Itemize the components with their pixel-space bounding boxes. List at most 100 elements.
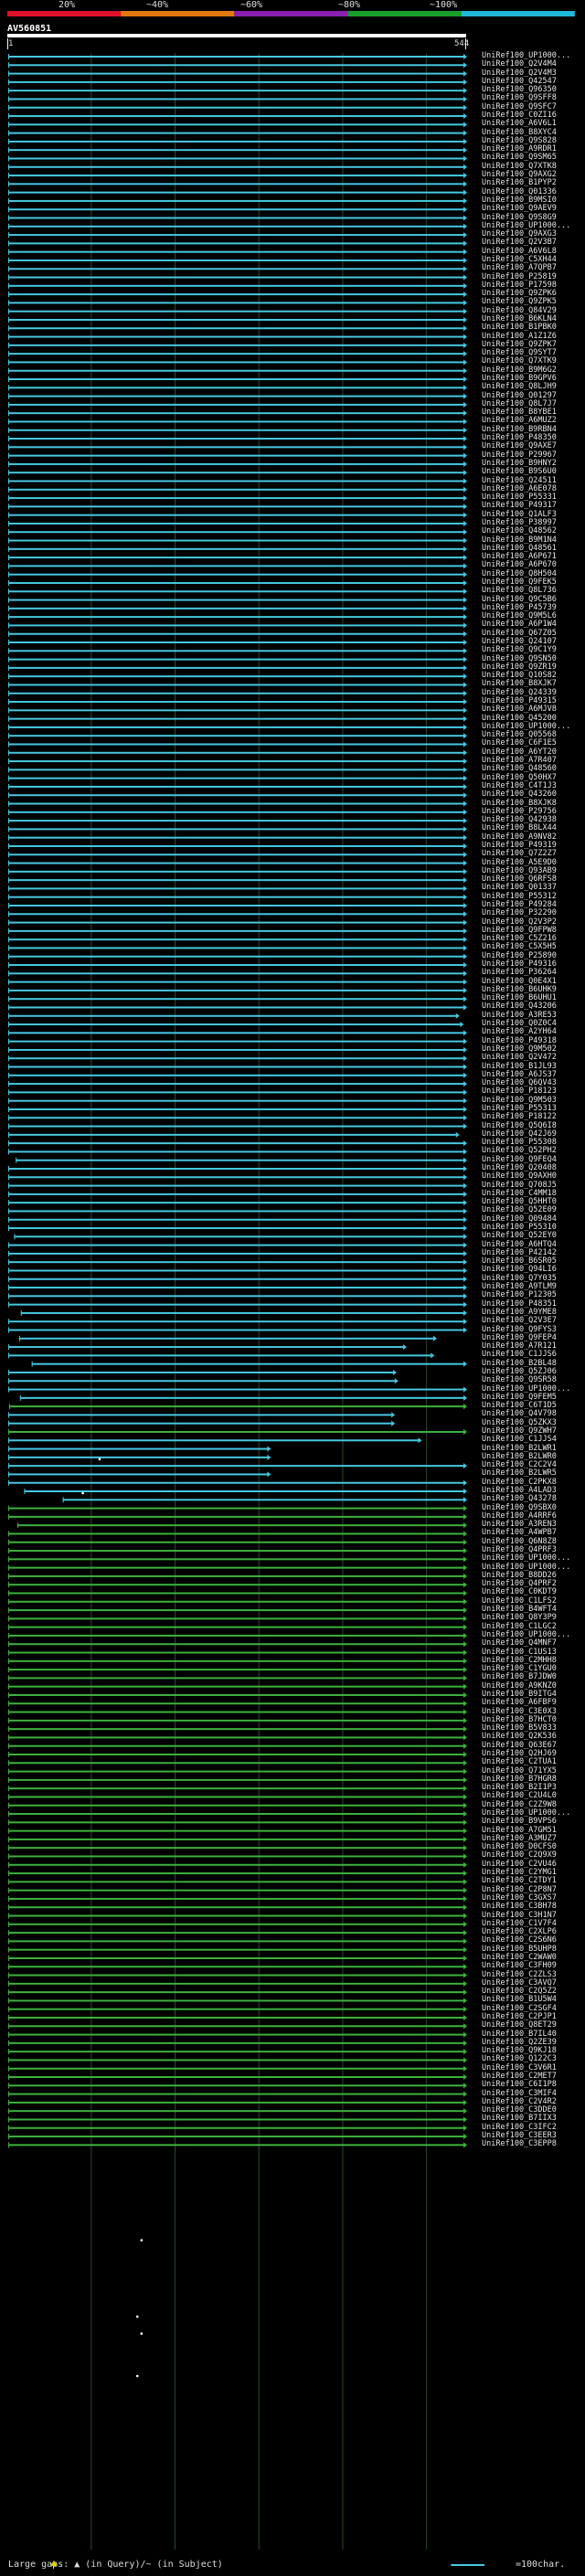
hit-bar	[8, 998, 463, 1001]
hit-arrow	[463, 979, 467, 985]
hit-bar	[8, 650, 463, 652]
hit-bar	[8, 446, 463, 449]
hit-arrow	[463, 1998, 467, 2004]
hit-label[interactable]: UniRef100_UP1000...	[482, 1554, 570, 1563]
hit-start-tick	[8, 1046, 9, 1053]
hit-start-tick	[8, 1616, 9, 1622]
hit-label[interactable]: UniRef100_C2TDY1	[482, 1877, 557, 1885]
hit-label[interactable]: UniRef100_Q2V3E7	[482, 1317, 557, 1325]
hit-arrow	[463, 240, 467, 247]
hit-label[interactable]: UniRef100_C6I1P8	[482, 2081, 557, 2089]
hit-label[interactable]: UniRef100_Q43278	[482, 1495, 557, 1503]
hit-label[interactable]: UniRef100_Q52EY0	[482, 1232, 557, 1240]
hit-label[interactable]: UniRef100_C3EPP8	[482, 2140, 557, 2148]
hit-arrow	[463, 1582, 467, 1588]
hit-label[interactable]: UniRef100_Q9SR58	[482, 1376, 557, 1384]
hit-bar	[8, 929, 463, 932]
hit-bar	[8, 1074, 463, 1076]
hit-start-tick	[24, 1489, 26, 1495]
hit-arrow	[463, 504, 467, 510]
hit-arrow	[463, 316, 467, 323]
hit-label[interactable]: UniRef100_Q43260	[482, 790, 557, 799]
hit-start-tick	[8, 342, 9, 348]
gap-legend-triangle	[50, 2560, 58, 2566]
hit-label[interactable]: UniRef100_B1PYP2	[482, 179, 557, 187]
hit-label[interactable]: UniRef100_Q9C1Y9	[482, 646, 557, 654]
hit-label[interactable]: UniRef100_A2YH64	[482, 1028, 557, 1036]
hit-arrow	[463, 2040, 467, 2046]
hit-start-tick	[8, 546, 9, 552]
hit-label[interactable]: UniRef100_Q9AXE7	[482, 442, 557, 451]
hit-bar	[8, 183, 463, 186]
hit-arrow	[455, 1131, 460, 1138]
hit-start-tick	[8, 427, 9, 433]
hit-label[interactable]: UniRef100_Q8L736	[482, 587, 557, 595]
hit-bar	[8, 1184, 463, 1187]
hit-bar	[17, 1524, 463, 1527]
hit-label[interactable]: UniRef100_C2TUA1	[482, 1758, 557, 1766]
hit-label[interactable]: UniRef100_C3BH78	[482, 1903, 557, 1911]
hit-arrow	[463, 1726, 467, 1733]
hit-label[interactable]: UniRef100_Q8ET29	[482, 2021, 557, 2030]
hit-start-tick	[8, 783, 9, 790]
hit-label[interactable]: UniRef100_A6V6L1	[482, 120, 557, 128]
hit-label[interactable]: UniRef100_Q4MNF7	[482, 1639, 557, 1648]
hit-label[interactable]: UniRef100_Q7Z2Z7	[482, 850, 557, 858]
hit-start-tick	[8, 1607, 9, 1614]
hit-start-tick	[8, 1022, 9, 1028]
hit-label[interactable]: UniRef100_Q8LJH9	[482, 383, 557, 391]
hit-label[interactable]: UniRef100_A6MJV8	[482, 705, 557, 714]
hit-bar	[8, 1388, 463, 1391]
hit-bar	[8, 692, 463, 694]
hit-label[interactable]: UniRef100_P49317	[482, 502, 557, 510]
hit-start-tick	[8, 1895, 9, 1902]
hit-label[interactable]: UniRef100_C1JJS4	[482, 1436, 557, 1444]
hit-arrow	[463, 1055, 467, 1062]
hit-arrow	[463, 1802, 467, 1808]
hit-arrow	[463, 1871, 467, 1877]
hit-label[interactable]: UniRef100_Q48562	[482, 527, 557, 535]
hit-label[interactable]: UniRef100_Q9AEV9	[482, 205, 557, 213]
hit-arrow	[463, 300, 467, 306]
hit-label[interactable]: UniRef100_Q9AXH0	[482, 1172, 557, 1181]
hit-label[interactable]: UniRef100_Q48560	[482, 765, 557, 773]
hit-label[interactable]: UniRef100_Q2V4M4	[482, 60, 557, 69]
hit-label[interactable]: UniRef100_P18122	[482, 1113, 557, 1121]
hit-start-tick	[19, 1394, 21, 1401]
hit-bar	[8, 2008, 463, 2010]
hit-arrow	[463, 367, 467, 374]
hit-label[interactable]: UniRef100_A6FBF9	[482, 1699, 557, 1707]
hit-bar	[8, 98, 463, 101]
hit-start-tick	[8, 622, 9, 629]
hit-label[interactable]: UniRef100_B9VPS6	[482, 1818, 557, 1826]
hit-label[interactable]: UniRef100_Q8Y3P9	[482, 1614, 557, 1622]
hit-label[interactable]: UniRef100_C3FH09	[482, 1962, 557, 1970]
hit-arrow	[463, 996, 467, 1002]
hit-arrow	[463, 1752, 467, 1757]
hit-arrow	[402, 1344, 407, 1351]
hit-start-tick	[8, 953, 9, 959]
hit-start-tick	[8, 852, 9, 858]
hit-start-tick	[8, 555, 9, 561]
hit-bar	[8, 429, 463, 431]
hit-arrow	[463, 1097, 467, 1104]
hit-label[interactable]: UniRef100_B9S6U0	[482, 468, 557, 476]
hit-arrow	[463, 1794, 467, 1800]
hit-label[interactable]: UniRef100_C1JJS6	[482, 1351, 557, 1359]
hit-label[interactable]: UniRef100_Q2V472	[482, 1054, 557, 1062]
hit-bar	[8, 2093, 463, 2095]
hit-label[interactable]: UniRef100_A7QPB7	[482, 264, 557, 272]
hit-label[interactable]: UniRef100_P36264	[482, 969, 557, 977]
hit-label[interactable]: UniRef100_P32290	[482, 909, 557, 917]
hit-arrow	[463, 1964, 467, 1970]
hit-start-tick	[8, 843, 9, 849]
hit-arrow	[463, 1913, 467, 1919]
hit-label[interactable]: UniRef100_B1PBK0	[482, 323, 557, 332]
hit-bar	[8, 616, 463, 619]
hit-bar	[8, 1405, 464, 1408]
hit-start-tick	[8, 962, 9, 969]
hit-arrow	[463, 1513, 467, 1520]
hit-start-tick	[8, 1590, 9, 1596]
hit-label[interactable]: UniRef100_P12305	[482, 1291, 557, 1299]
hit-start-tick	[8, 1055, 9, 1062]
